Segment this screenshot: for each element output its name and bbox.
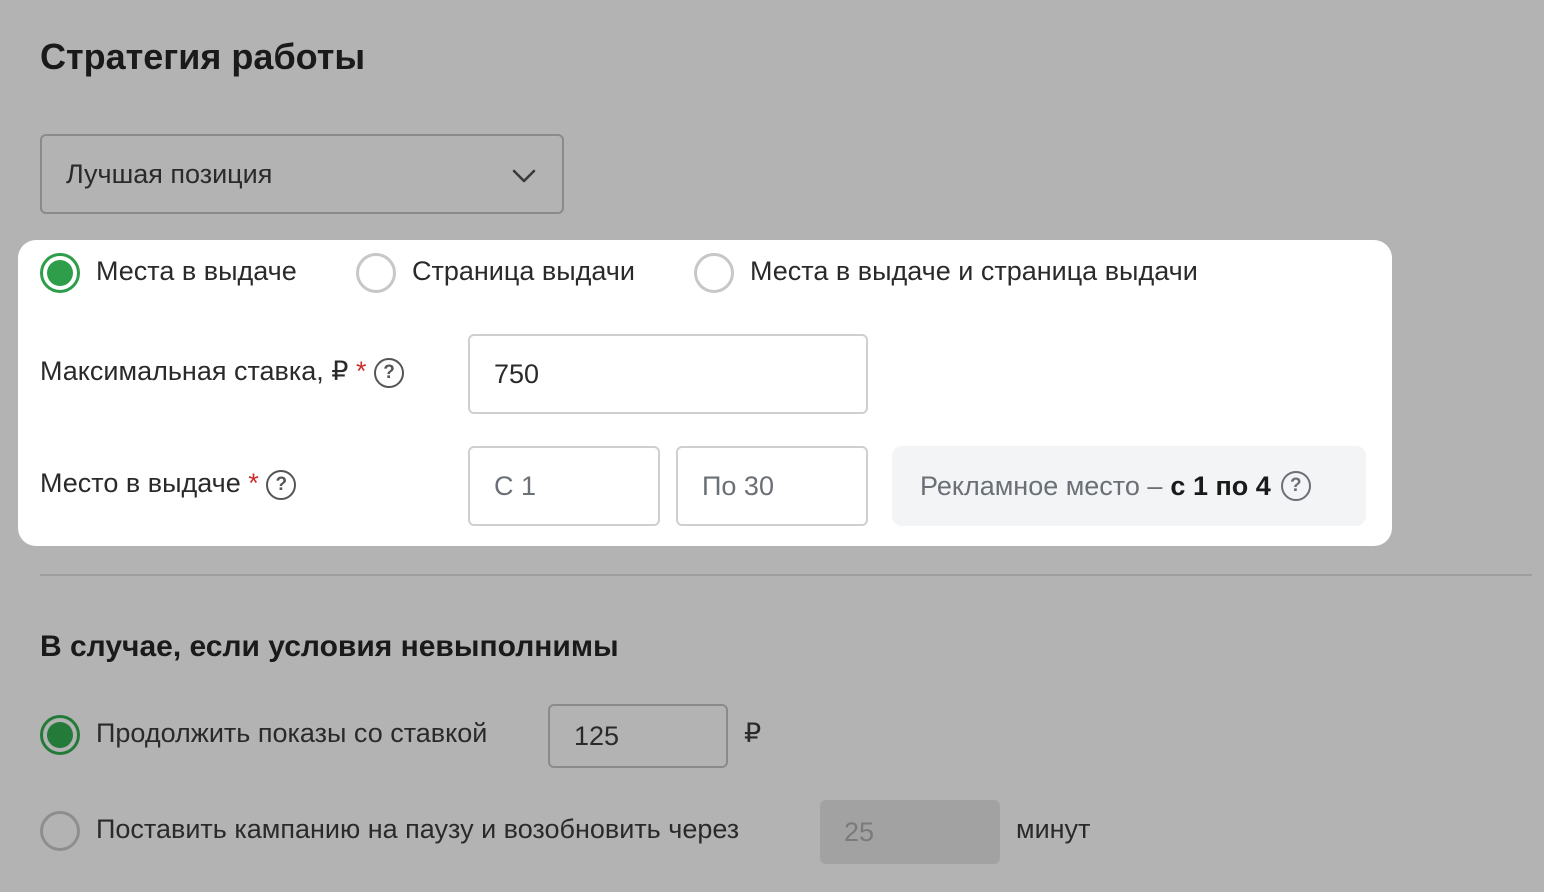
max-bid-input[interactable]: 750 [468, 334, 868, 414]
pause-minutes-value: 25 [844, 816, 875, 847]
radio-label-both: Места в выдаче и страница выдачи [750, 256, 1198, 286]
radio-placement-both[interactable] [694, 253, 734, 293]
radio-label-positions: Места в выдаче [96, 256, 297, 286]
radio-placement-positions[interactable] [40, 253, 80, 293]
page-title: Стратегия работы [40, 36, 366, 77]
required-mark: * [356, 356, 367, 386]
max-bid-label-text: Максимальная ставка, ₽ [40, 356, 349, 386]
radio-placement-page[interactable] [356, 253, 396, 293]
question-circle-icon[interactable]: ? [266, 469, 297, 500]
position-label: Место в выдаче * ? [40, 468, 297, 500]
position-to-value: По 30 [702, 470, 774, 501]
pause-unit-label: минут [1016, 814, 1091, 844]
hint-bold-range: с 1 по 4 [1170, 470, 1271, 501]
position-from-value: С 1 [494, 470, 537, 501]
question-circle-icon[interactable]: ? [374, 357, 405, 388]
fallback-continue-label: Продолжить показы со ставкой [96, 718, 488, 748]
max-bid-label: Максимальная ставка, ₽ * ? [40, 356, 405, 388]
position-label-text: Место в выдаче [40, 468, 241, 498]
radio-label-page: Страница выдачи [412, 256, 635, 286]
strategy-select-value: Лучшая позиция [66, 158, 273, 189]
strategy-select[interactable]: Лучшая позиция [40, 134, 564, 214]
fallback-bid-input[interactable]: 125 [548, 704, 728, 768]
fallback-section-title: В случае, если условия невыполнимы [40, 630, 619, 663]
section-divider [40, 574, 1532, 576]
pause-minutes-input[interactable]: 25 [820, 800, 1000, 864]
chevron-down-icon [512, 169, 536, 183]
ad-position-hint: Рекламное место – с 1 по 4 ? [892, 446, 1366, 526]
radio-fallback-pause[interactable] [40, 811, 80, 851]
question-circle-icon[interactable]: ? [1280, 471, 1311, 501]
radio-fallback-continue[interactable] [40, 715, 80, 755]
position-to-input[interactable]: По 30 [676, 446, 868, 526]
fallback-bid-value: 125 [574, 720, 620, 751]
max-bid-value: 750 [494, 358, 540, 389]
fallback-pause-label: Поставить кампанию на паузу и возобновит… [96, 814, 740, 844]
hint-text: Рекламное место – [920, 470, 1163, 501]
position-from-input[interactable]: С 1 [468, 446, 660, 526]
currency-sign: ₽ [744, 718, 762, 748]
required-mark: * [248, 468, 259, 498]
